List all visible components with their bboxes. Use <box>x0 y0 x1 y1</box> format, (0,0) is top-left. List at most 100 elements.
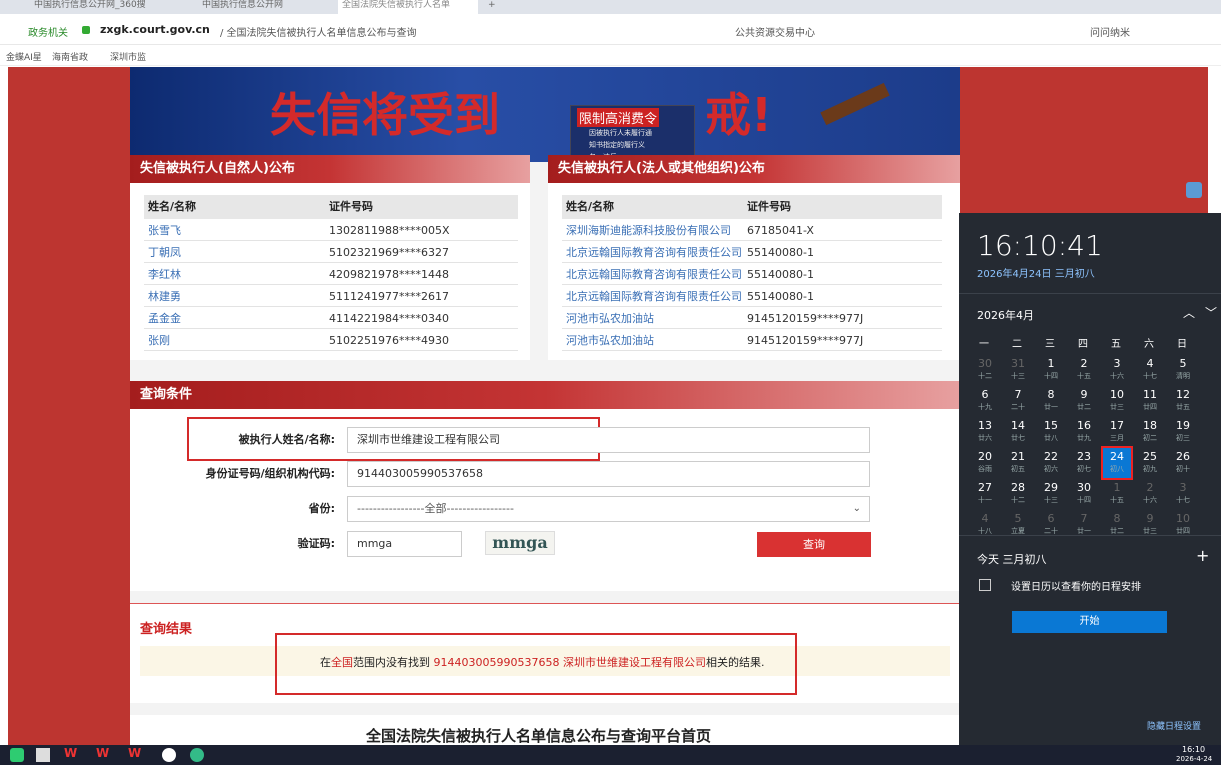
row-name-link[interactable]: 河池市弘农加油站 <box>566 331 654 350</box>
table-row: 北京远翰国际教育咨询有限责任公司 55140080-1 <box>562 287 942 307</box>
url-domain[interactable]: zxgk.court.gov.cn <box>100 23 210 36</box>
calendar-day[interactable]: 3 十七 <box>1169 479 1197 509</box>
taskbar-date[interactable]: 2026-4-24 <box>1176 755 1212 763</box>
row-name-link[interactable]: 张刚 <box>148 331 170 350</box>
row-name-link[interactable]: 李红林 <box>148 265 181 284</box>
clock-date[interactable]: 2026年4月24日 三月初八 <box>977 265 1095 280</box>
day-number: 1 <box>1113 481 1121 494</box>
result-code: 914403005990537658 <box>433 656 560 669</box>
wechat-icon[interactable] <box>10 748 24 762</box>
day-number: 24 <box>1110 450 1124 463</box>
calendar-day[interactable]: 25 初九 <box>1136 448 1164 478</box>
calendar-day[interactable]: 1 十五 <box>1103 479 1131 509</box>
calendar-day[interactable]: 28 十二 <box>1004 479 1032 509</box>
start-button[interactable]: 开始 <box>1012 611 1167 633</box>
row-name-link[interactable]: 深圳海斯迪能源科技股份有限公司 <box>566 221 731 240</box>
fav-2[interactable]: 海南省政 <box>52 50 88 63</box>
row-name-link[interactable]: 丁朝凤 <box>148 243 181 262</box>
calendar-day[interactable]: 7 二十 <box>1004 386 1032 416</box>
search-box[interactable]: 公共资源交易中心 <box>735 24 815 39</box>
name-input[interactable]: 深圳市世维建设工程有限公司 <box>347 427 870 453</box>
lunar-label: 初三 <box>1176 434 1190 442</box>
calendar-day[interactable]: 31 十三 <box>1004 355 1032 385</box>
wps-icon[interactable]: W <box>96 746 109 760</box>
browser-icon[interactable] <box>190 748 204 762</box>
gavel-icon <box>820 82 890 126</box>
calendar-day[interactable]: 2 十五 <box>1070 355 1098 385</box>
calendar-day[interactable]: 8 廿一 <box>1037 386 1065 416</box>
calendar-day[interactable]: 21 初五 <box>1004 448 1032 478</box>
calendar-day[interactable]: 16 廿九 <box>1070 417 1098 447</box>
row-name-link[interactable]: 北京远翰国际教育咨询有限责任公司 <box>566 287 742 306</box>
calendar-day[interactable]: 15 廿八 <box>1037 417 1065 447</box>
calendar-day[interactable]: 18 初二 <box>1136 417 1164 447</box>
lunar-label: 廿一 <box>1044 403 1058 411</box>
row-name-link[interactable]: 孟金金 <box>148 309 181 328</box>
calendar-day[interactable]: 29 十三 <box>1037 479 1065 509</box>
tab-1[interactable]: 中国执行信息公开网_360搜 <box>30 0 190 14</box>
next-month-icon[interactable]: ﹀ <box>1205 304 1217 321</box>
day-number: 5 <box>1179 357 1187 370</box>
tab-3-active[interactable]: 全国法院失信被执行人名单 <box>338 0 478 14</box>
calendar-day[interactable]: 5 清明 <box>1169 355 1197 385</box>
table-row: 孟金金 4114221984****0340 <box>144 309 518 329</box>
row-id: 55140080-1 <box>747 290 814 303</box>
side-widget-icon[interactable] <box>1186 182 1202 198</box>
calendar-day[interactable]: 13 廿六 <box>971 417 999 447</box>
footer-title[interactable]: 全国法院失信被执行人名单信息公布与查询平台首页 <box>366 725 711 745</box>
calendar-day[interactable]: 12 廿五 <box>1169 386 1197 416</box>
wenwen-link[interactable]: 问问纳米 <box>1090 24 1130 39</box>
tab-2[interactable]: 中国执行信息公开网 <box>198 0 328 14</box>
day-number: 18 <box>1143 419 1157 432</box>
wps-icon[interactable]: W <box>64 746 77 760</box>
add-event-icon[interactable]: + <box>1196 546 1209 565</box>
calendar-day[interactable]: 22 初六 <box>1037 448 1065 478</box>
calendar-day[interactable]: 9 廿二 <box>1070 386 1098 416</box>
row-name-link[interactable]: 北京远翰国际教育咨询有限责任公司 <box>566 265 742 284</box>
url-path[interactable]: / 全国法院失信被执行人名单信息公布与查询 <box>220 24 417 39</box>
captcha-input[interactable]: mmga <box>347 531 462 557</box>
row-name-link[interactable]: 林建勇 <box>148 287 181 306</box>
row-name-link[interactable]: 河池市弘农加油站 <box>566 309 654 328</box>
province-select[interactable]: -----------------全部----------------- ⌄ <box>347 496 870 522</box>
calendar-day-today[interactable]: 24 初八 <box>1101 446 1133 480</box>
window-icon[interactable] <box>36 748 50 762</box>
calendar-day[interactable]: 30 十四 <box>1070 479 1098 509</box>
calendar-day[interactable]: 20 谷雨 <box>971 448 999 478</box>
fav-1[interactable]: 金蝶AI星 <box>6 50 42 63</box>
fav-3[interactable]: 深圳市监 <box>110 50 146 63</box>
lunar-label: 十六 <box>1110 372 1124 380</box>
prev-month-icon[interactable]: ︿ <box>1183 304 1195 321</box>
wps-icon[interactable]: W <box>128 746 141 760</box>
qq-icon[interactable] <box>162 748 176 762</box>
month-title[interactable]: 2026年4月 <box>977 307 1034 323</box>
calendar-day[interactable]: 1 十四 <box>1037 355 1065 385</box>
calendar-day[interactable]: 19 初三 <box>1169 417 1197 447</box>
calendar-day[interactable]: 27 十一 <box>971 479 999 509</box>
calendar-day[interactable]: 30 十二 <box>971 355 999 385</box>
row-name-link[interactable]: 北京远翰国际教育咨询有限责任公司 <box>566 243 742 262</box>
calendar-day[interactable]: 2 十六 <box>1136 479 1164 509</box>
calendar-day[interactable]: 26 初十 <box>1169 448 1197 478</box>
lunar-label: 廿四 <box>1143 403 1157 411</box>
calendar-day[interactable]: 17 三月 <box>1103 417 1131 447</box>
lunar-label: 十六 <box>1143 496 1157 504</box>
captcha-image[interactable]: mmga <box>485 531 555 555</box>
calendar-day[interactable]: 4 十七 <box>1136 355 1164 385</box>
day-number: 31 <box>1011 357 1025 370</box>
table-row: 张刚 5102251976****4930 <box>144 331 518 351</box>
new-tab-icon[interactable]: + <box>484 0 498 14</box>
calendar-day[interactable]: 3 十六 <box>1103 355 1131 385</box>
lunar-label: 廿七 <box>1011 434 1025 442</box>
calendar-day[interactable]: 11 廿四 <box>1136 386 1164 416</box>
taskbar-time[interactable]: 16:10 <box>1182 745 1205 754</box>
calendar-day[interactable]: 23 初七 <box>1070 448 1098 478</box>
calendar-day[interactable]: 6 十九 <box>971 386 999 416</box>
row-name-link[interactable]: 张雪飞 <box>148 221 181 240</box>
id-input[interactable]: 914403005990537658 <box>347 461 870 487</box>
hide-schedule-link[interactable]: 隐藏日程设置 <box>1147 719 1201 732</box>
calendar-day[interactable]: 10 廿三 <box>1103 386 1131 416</box>
day-number: 10 <box>1176 512 1190 525</box>
calendar-day[interactable]: 14 廿七 <box>1004 417 1032 447</box>
search-button[interactable]: 查询 <box>757 532 871 557</box>
